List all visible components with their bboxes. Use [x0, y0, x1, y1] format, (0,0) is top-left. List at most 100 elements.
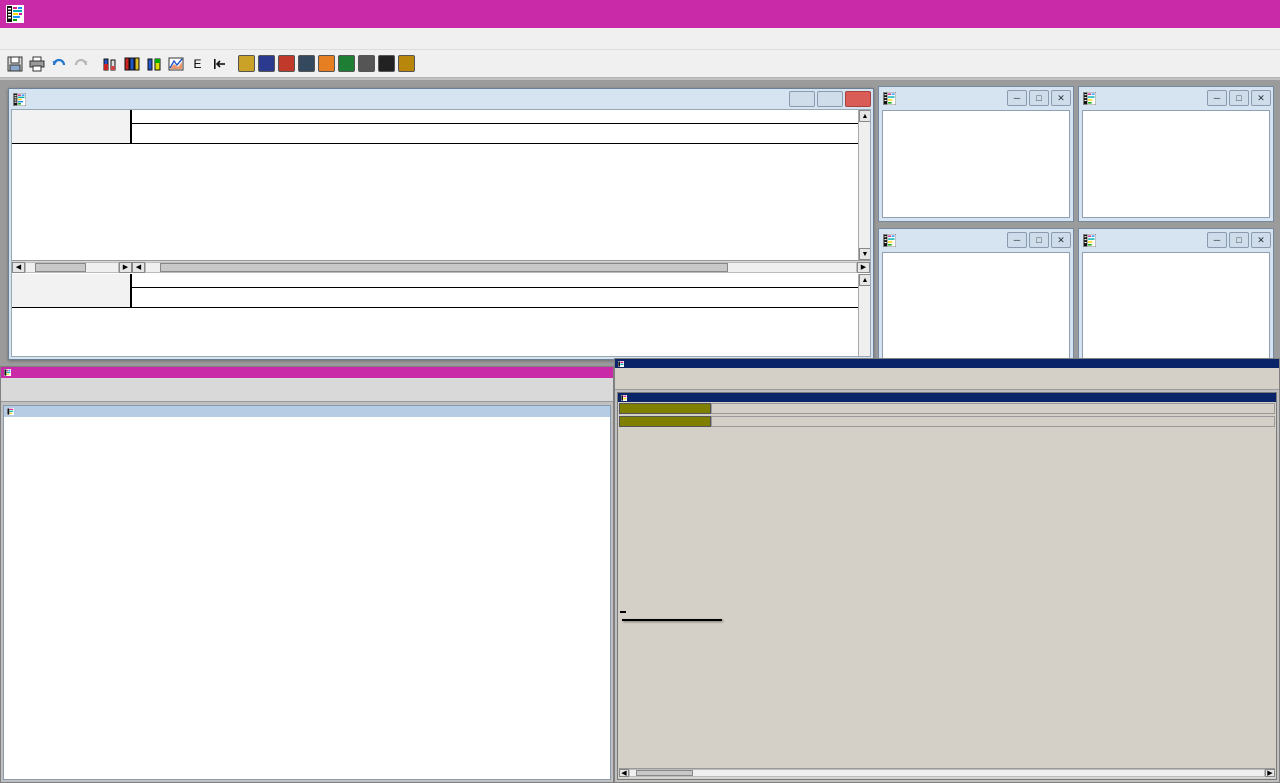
resources-icon[interactable]: [121, 53, 142, 74]
tank-chart-window-01ta: ─ □ ✕: [878, 86, 1074, 222]
flow-app-icon: [4, 369, 11, 376]
menu-item-file[interactable]: [24, 37, 42, 41]
minimize-button[interactable]: [1142, 0, 1188, 28]
view-button-3[interactable]: [278, 55, 295, 72]
tank-40tb-chart-area: [1082, 252, 1270, 360]
tank-70ta-chart-area: [882, 252, 1070, 360]
align-left-icon[interactable]: [209, 53, 230, 74]
sec-scroll-track[interactable]: [629, 769, 1265, 777]
tank-40tb-restore[interactable]: □: [1229, 232, 1249, 248]
edit-e-icon[interactable]: E: [187, 53, 208, 74]
tank-01ta-close[interactable]: ✕: [1051, 90, 1071, 106]
menu-item-errors[interactable]: [132, 37, 150, 41]
tank-40tb-close[interactable]: ✕: [1251, 232, 1271, 248]
tank-01ta-minimize[interactable]: ─: [1007, 90, 1027, 106]
flow-window-menu-bar: [1, 378, 613, 389]
act-time-scroll-track[interactable]: [145, 261, 857, 273]
activity-schedule-body: ▲ ▼ ◀ ▶ ◀ ▶ ▲: [11, 109, 871, 357]
tank-70ta-close[interactable]: ✕: [1051, 232, 1071, 248]
tank-70ta-chart: [883, 253, 1069, 359]
tank-01ta-chart: [883, 111, 1069, 217]
tank-70ta-controls: ─ □ ✕: [1007, 232, 1071, 248]
tank-40ta-chart: [1083, 111, 1269, 217]
secondary-gantt-window: ◀ ▶: [614, 358, 1280, 783]
tank-chart-window-70ta: ─ □ ✕: [878, 228, 1074, 364]
secondary-app-icon: [618, 360, 624, 367]
tanks-icon[interactable]: [99, 53, 120, 74]
schedule-icon: [12, 92, 27, 106]
act-label-scroll-track[interactable]: [25, 261, 119, 273]
tank-70ta-minimize[interactable]: ─: [1007, 232, 1027, 248]
menu-item-window[interactable]: [78, 37, 96, 41]
view-button-9[interactable]: [398, 55, 415, 72]
tank-40ta-restore[interactable]: □: [1229, 90, 1249, 106]
tanks-scroll-up-arrow[interactable]: ▲: [859, 274, 870, 286]
tank-40ta-close[interactable]: ✕: [1251, 90, 1271, 106]
as-restore-button[interactable]: [817, 91, 843, 107]
view-button-2[interactable]: [258, 55, 275, 72]
tank-01ta-restore[interactable]: □: [1029, 90, 1049, 106]
view-button-7[interactable]: [358, 55, 375, 72]
activities-vscrollbar[interactable]: ▲ ▼: [858, 110, 870, 260]
menu-item-view[interactable]: [42, 37, 60, 41]
tank-40ta-minimize[interactable]: ─: [1207, 90, 1227, 106]
flow-plan-canvas[interactable]: [5, 418, 609, 778]
activities-timeline-header: [132, 110, 870, 143]
menu-item-help[interactable]: [150, 37, 168, 41]
activity-schedule-title-bar: [9, 89, 873, 109]
view-button-6[interactable]: [338, 55, 355, 72]
tank-40ta-title-bar: ─ □ ✕: [1079, 87, 1273, 109]
view-button-5[interactable]: [318, 55, 335, 72]
act-label-scroll-right[interactable]: ▶: [119, 261, 132, 273]
maximize-button[interactable]: [1188, 0, 1234, 28]
main-window-controls: [1142, 0, 1280, 28]
menu-item-group[interactable]: [60, 37, 78, 41]
menu-item-execute[interactable]: [114, 37, 132, 41]
act-label-scroll-thumb[interactable]: [35, 262, 86, 272]
chart-icon[interactable]: [165, 53, 186, 74]
print-icon[interactable]: [26, 53, 47, 74]
view-button-1[interactable]: [238, 55, 255, 72]
sec-scroll-right[interactable]: ▶: [1265, 769, 1275, 777]
secondary-activities-timeline-header: [711, 403, 1275, 414]
activities-hscroll-left-group: ◀ ▶: [12, 261, 132, 273]
secondary-tanks-timeline-header: [711, 416, 1275, 427]
tank-chart-icon: [882, 91, 897, 105]
save-icon[interactable]: [4, 53, 25, 74]
menu-item-data[interactable]: [96, 37, 114, 41]
secondary-schedule-icon: [621, 394, 627, 401]
close-button[interactable]: [1234, 0, 1280, 28]
secondary-subtitle-bar: [618, 393, 1276, 402]
month-row: [132, 110, 870, 124]
as-close-button[interactable]: [845, 91, 871, 107]
secondary-gantt-grid: ◀ ▶: [619, 403, 1275, 778]
act-time-scroll-right[interactable]: ▶: [857, 261, 870, 273]
blend-icon[interactable]: [143, 53, 164, 74]
tanks-header-label: [12, 274, 132, 307]
activities-scroll-up-arrow[interactable]: ▲: [859, 110, 870, 122]
act-label-scroll-left[interactable]: ◀: [12, 261, 25, 273]
activities-hscrollbar[interactable]: ◀ ▶ ◀ ▶: [12, 260, 870, 273]
tank-40tb-minimize[interactable]: ─: [1207, 232, 1227, 248]
activity-schedule-controls: [789, 91, 871, 107]
as-minimize-button[interactable]: [789, 91, 815, 107]
activities-scroll-down-arrow[interactable]: ▼: [859, 248, 870, 260]
tank-70ta-restore[interactable]: □: [1029, 232, 1049, 248]
secondary-tanks-label: [619, 416, 711, 427]
act-time-scroll-left[interactable]: ◀: [132, 261, 145, 273]
tanks-pane: ▲: [12, 274, 870, 356]
sec-scroll-left[interactable]: ◀: [619, 769, 629, 777]
secondary-hscrollbar[interactable]: ◀ ▶: [619, 768, 1275, 778]
undo-icon[interactable]: [48, 53, 69, 74]
sec-scroll-thumb[interactable]: [636, 770, 694, 776]
tank-01ta-controls: ─ □ ✕: [1007, 90, 1071, 106]
act-time-scroll-thumb[interactable]: [160, 262, 729, 272]
menu-item-case[interactable]: [6, 37, 24, 41]
tank-chart-icon: [1082, 91, 1097, 105]
redo-icon[interactable]: [70, 53, 91, 74]
tank-40ta-chart-area: [1082, 110, 1270, 218]
tanks-vscrollbar[interactable]: ▲: [858, 274, 870, 356]
view-button-4[interactable]: [298, 55, 315, 72]
view-button-8[interactable]: [378, 55, 395, 72]
tank-chart-window-40tb: ─ □ ✕: [1078, 228, 1274, 364]
